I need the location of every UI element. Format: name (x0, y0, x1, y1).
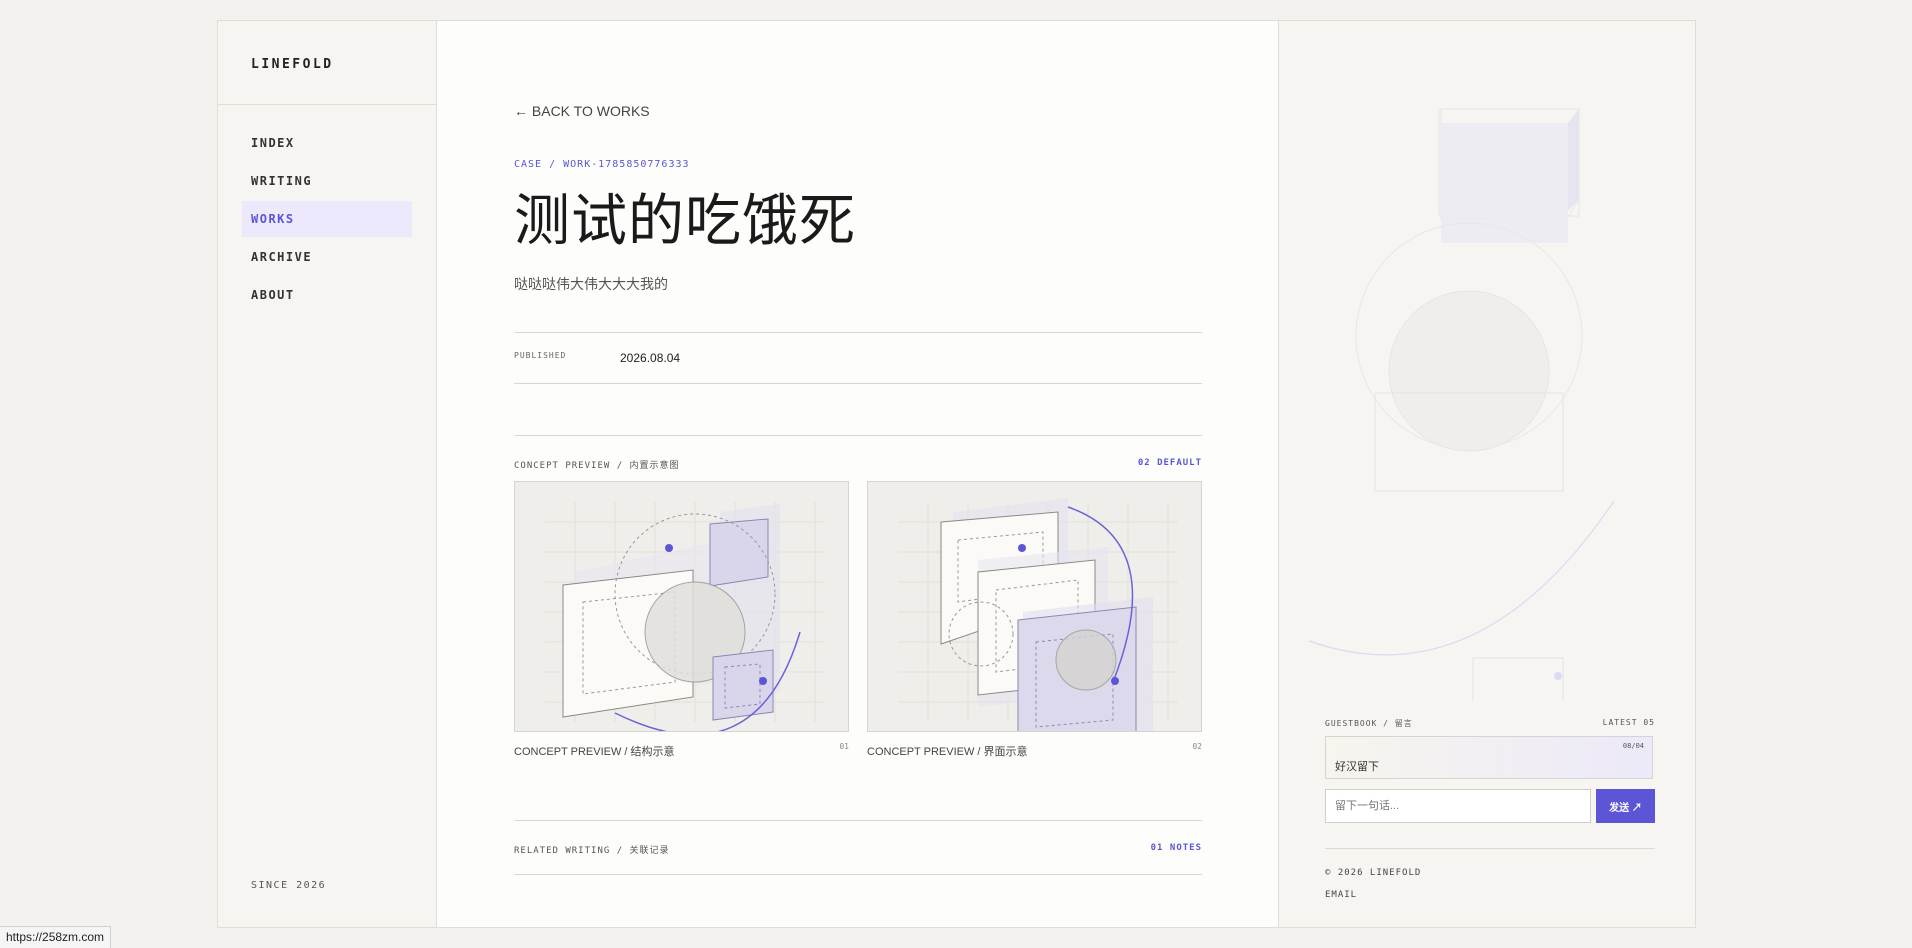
preview-card[interactable]: CONCEPT PREVIEW / 界面示意 02 (867, 481, 1202, 758)
brand-logo[interactable]: LINEFOLD (218, 21, 436, 105)
guestbook-message: 08/04 好汉留下 (1325, 736, 1653, 779)
preview-caption-number: 01 (839, 742, 849, 751)
nav-item-writing[interactable]: WRITING (242, 163, 412, 199)
preview-caption-text: CONCEPT PREVIEW / 结构示意 (514, 746, 675, 758)
back-to-works-link[interactable]: ← BACK TO WORKS (514, 103, 650, 119)
related-writing-title: RELATED WRITING / 关联记录 (514, 846, 670, 856)
related-writing-count: 01 NOTES (1150, 843, 1202, 853)
guestbook-header: GUESTBOOK / 留言 LATEST 05 (1325, 718, 1655, 730)
guestbook-title: GUESTBOOK / 留言 (1325, 719, 1413, 728)
nav-item-archive[interactable]: ARCHIVE (242, 239, 412, 275)
guestbook-message-text: 好汉留下 (1335, 761, 1379, 773)
main-nav: INDEX WRITING WORKS ARCHIVE ABOUT (218, 105, 436, 313)
guestbook-latest: LATEST 05 (1602, 718, 1655, 727)
preview-caption-text: CONCEPT PREVIEW / 界面示意 (867, 746, 1028, 758)
related-writing-header: RELATED WRITING / 关联记录 01 NOTES (514, 820, 1202, 875)
case-id: CASE / WORK-1785850776333 (514, 159, 690, 170)
preview-grid: CONCEPT PREVIEW / 结构示意 01 CONCEPT PREVIE… (514, 481, 1202, 758)
page-subtitle: 哒哒哒伟大伟大大大我的 (514, 276, 668, 292)
sidebar: LINEFOLD INDEX WRITING WORKS ARCHIVE ABO… (218, 21, 437, 927)
send-button[interactable]: 发送 ↗ (1596, 789, 1655, 823)
nav-item-about[interactable]: ABOUT (242, 277, 412, 313)
page-frame: LINEFOLD INDEX WRITING WORKS ARCHIVE ABO… (217, 20, 1696, 928)
right-panel: GUESTBOOK / 留言 LATEST 05 08/04 好汉留下 发送 ↗… (1279, 21, 1695, 927)
preview-caption: CONCEPT PREVIEW / 结构示意 01 (514, 742, 849, 758)
nav-item-works[interactable]: WORKS (242, 201, 412, 237)
main-content: ← BACK TO WORKS CASE / WORK-178585077633… (437, 21, 1279, 927)
published-label: PUBLISHED (514, 351, 567, 360)
preview-image-interface[interactable] (867, 481, 1202, 732)
preview-caption-number: 02 (1192, 742, 1202, 751)
concept-preview-title: CONCEPT PREVIEW / 内置示意图 (514, 461, 680, 471)
email-link[interactable]: EMAIL (1325, 890, 1357, 900)
guestbook-message-count: 08/04 (1622, 742, 1644, 750)
page-title: 测试的吃饿死 (514, 189, 856, 254)
divider (1325, 848, 1655, 849)
concept-preview-header: CONCEPT PREVIEW / 内置示意图 02 DEFAULT (514, 435, 1202, 481)
preview-image-structure[interactable] (514, 481, 849, 732)
concept-preview-count: 02 DEFAULT (1137, 458, 1202, 468)
published-date: 2026.08.04 (620, 351, 681, 365)
since-label: SINCE 2026 (251, 880, 327, 891)
browser-status-bar: https://258zm.com (0, 926, 112, 948)
preview-card[interactable]: CONCEPT PREVIEW / 结构示意 01 (514, 481, 849, 758)
decorative-geometry (1308, 108, 1615, 701)
nav-item-index[interactable]: INDEX (242, 125, 412, 161)
copyright: © 2026 LINEFOLD (1325, 868, 1422, 878)
guestbook-input[interactable] (1325, 789, 1591, 823)
preview-caption: CONCEPT PREVIEW / 界面示意 02 (867, 742, 1202, 758)
structure-illustration (545, 502, 825, 731)
interface-illustration (898, 498, 1178, 731)
meta-row: PUBLISHED 2026.08.04 (514, 332, 1202, 384)
